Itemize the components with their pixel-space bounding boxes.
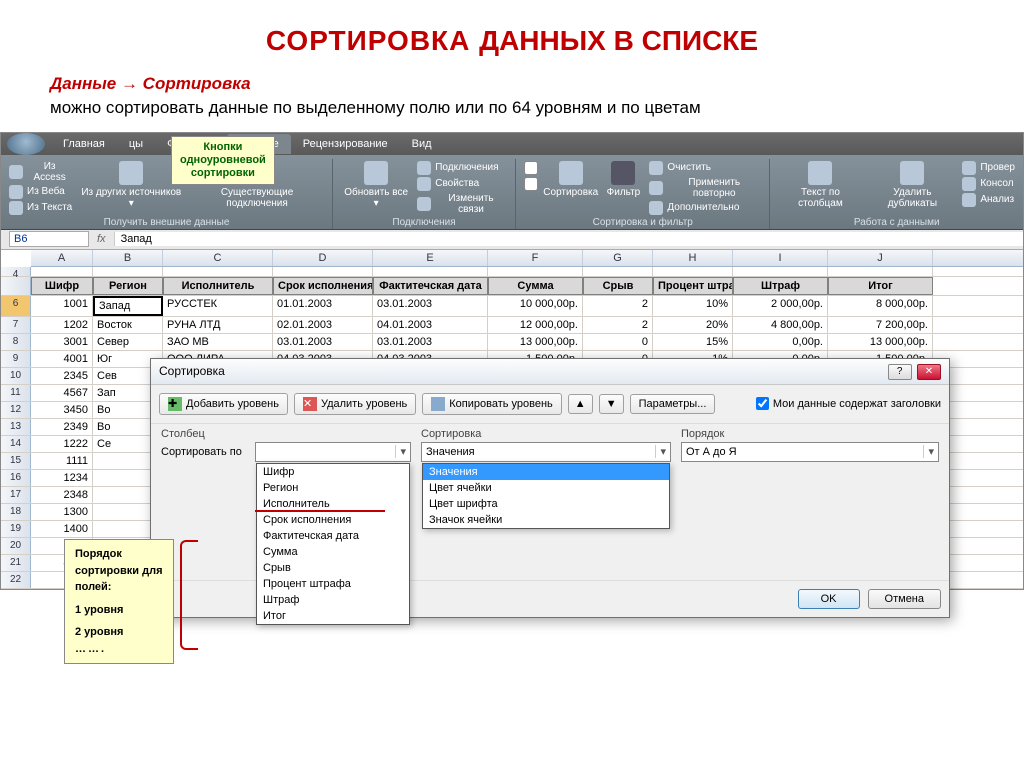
table-header: Штраф xyxy=(733,277,828,295)
table-header: Итог xyxy=(828,277,933,295)
table-header: Исполнитель xyxy=(163,277,273,295)
tab-view[interactable]: Вид xyxy=(400,134,444,154)
callout-sort-buttons: Кнопкиодноуровневойсортировки xyxy=(171,136,275,186)
ribbon-tabs: Главная цы Формулы Данные Рецензирование… xyxy=(1,133,1023,155)
col-header[interactable]: B xyxy=(93,250,163,266)
what-if[interactable]: Анализ xyxy=(962,193,1015,207)
properties[interactable]: Свойства xyxy=(417,177,507,191)
table-row[interactable]: 71202ВостокРУНА ЛТД02.01.200304.01.20031… xyxy=(1,317,1023,334)
edit-links[interactable]: Изменить связи xyxy=(417,193,507,215)
slide-title: СОРТИРОВКА ДАННЫХ В СПИСКЕ xyxy=(0,25,1024,57)
table-row[interactable]: 83001СеверЗАО МВ03.01.200303.01.200313 0… xyxy=(1,334,1023,351)
sortby-dropdown[interactable]: ШифрРегионИсполнительСрок исполненияФакт… xyxy=(256,463,410,625)
tab-review[interactable]: Рецензирование xyxy=(291,134,400,154)
formula-bar: B6 fx Запад xyxy=(1,230,1023,250)
reapply[interactable]: Применить повторно xyxy=(649,177,761,199)
fx-icon[interactable]: fx xyxy=(89,233,114,245)
dialog-titlebar[interactable]: Сортировка ? ✕ xyxy=(151,359,949,385)
subtitle: Данные → Сортировка можно сортировать да… xyxy=(50,72,1024,120)
sortvalues-dropdown[interactable]: ЗначенияЦвет ячейкиЦвет шрифтаЗначок яче… xyxy=(422,463,670,529)
table-header: Сумма xyxy=(488,277,583,295)
clear-filter[interactable]: Очистить xyxy=(649,161,761,175)
table-header: Процент штрафа xyxy=(653,277,733,295)
move-up-button[interactable]: ▲ xyxy=(568,394,593,414)
col-header[interactable]: F xyxy=(488,250,583,266)
col-header[interactable]: E xyxy=(373,250,488,266)
from-web[interactable]: Из Веба xyxy=(9,185,73,199)
sort-values-combo[interactable]: Значения▾ ЗначенияЦвет ячейкиЦвет шрифта… xyxy=(421,442,671,462)
text-to-columns[interactable]: Текст по столбцам xyxy=(778,161,862,209)
copy-level-button[interactable]: Копировать уровень xyxy=(422,393,562,415)
callout-sort-order: Порядок сортировки для полей: 1 уровня 2… xyxy=(64,539,174,664)
brace-icon xyxy=(180,540,198,650)
red-underline xyxy=(255,510,385,512)
advanced[interactable]: Дополнительно xyxy=(649,201,761,215)
sort-button[interactable]: Сортировка xyxy=(544,161,597,198)
col-header[interactable]: A xyxy=(31,250,93,266)
order-combo[interactable]: От А до Я▾ xyxy=(681,442,939,462)
move-down-button[interactable]: ▼ xyxy=(599,394,624,414)
table-row[interactable]: 61001ЗападРУССТЕК01.01.200303.01.200310 … xyxy=(1,296,1023,317)
cancel-button[interactable]: Отмена xyxy=(868,589,941,609)
sort-az[interactable] xyxy=(524,161,538,175)
name-box[interactable]: B6 xyxy=(9,231,89,247)
sort-za[interactable] xyxy=(524,177,538,191)
col-header[interactable]: J xyxy=(828,250,933,266)
col-header[interactable]: H xyxy=(653,250,733,266)
table-header: Регион xyxy=(93,277,163,295)
sort-dialog: Сортировка ? ✕ ✚Добавить уровень ✕Удалит… xyxy=(150,358,950,618)
formula-input[interactable]: Запад xyxy=(114,232,1023,246)
col-header[interactable]: D xyxy=(273,250,373,266)
from-text[interactable]: Из Текста xyxy=(9,201,73,215)
connections[interactable]: Подключения xyxy=(417,161,507,175)
remove-duplicates[interactable]: Удалить дубликаты xyxy=(868,161,956,209)
params-button[interactable]: Параметры... xyxy=(630,394,716,414)
col-header[interactable]: C xyxy=(163,250,273,266)
sortby-combo[interactable]: ▾ ШифрРегионИсполнительСрок исполненияФа… xyxy=(255,442,411,462)
tab-home[interactable]: Главная xyxy=(51,134,117,154)
add-level-button[interactable]: ✚Добавить уровень xyxy=(159,393,288,415)
from-access[interactable]: Из Access xyxy=(9,161,73,183)
filter-button[interactable]: Фильтр xyxy=(603,161,643,198)
from-other[interactable]: Из других источников ▾ xyxy=(79,161,185,209)
office-button[interactable] xyxy=(7,133,45,155)
table-header: Срок исполнения xyxy=(273,277,373,295)
help-button[interactable]: ? xyxy=(888,364,912,380)
title-part1: СОРТИРОВКА xyxy=(266,25,479,56)
headers-checkbox[interactable]: Мои данные содержат заголовки xyxy=(756,397,941,410)
data-validation[interactable]: Провер xyxy=(962,161,1015,175)
close-button[interactable]: ✕ xyxy=(917,364,941,380)
ok-button[interactable]: OK xyxy=(798,589,860,609)
col-header[interactable]: I xyxy=(733,250,828,266)
delete-level-button[interactable]: ✕Удалить уровень xyxy=(294,393,416,415)
table-header: Фактитечская дата xyxy=(373,277,488,295)
title-part2: ДАННЫХ В СПИСКЕ xyxy=(479,25,758,56)
consolidate[interactable]: Консол xyxy=(962,177,1015,191)
ribbon: Из Access Из Веба Из Текста Из других ис… xyxy=(1,155,1023,230)
refresh-all[interactable]: Обновить все ▾ xyxy=(341,161,411,209)
col-header[interactable]: G xyxy=(583,250,653,266)
table-header: Срыв xyxy=(583,277,653,295)
table-header: Шифр xyxy=(31,277,93,295)
